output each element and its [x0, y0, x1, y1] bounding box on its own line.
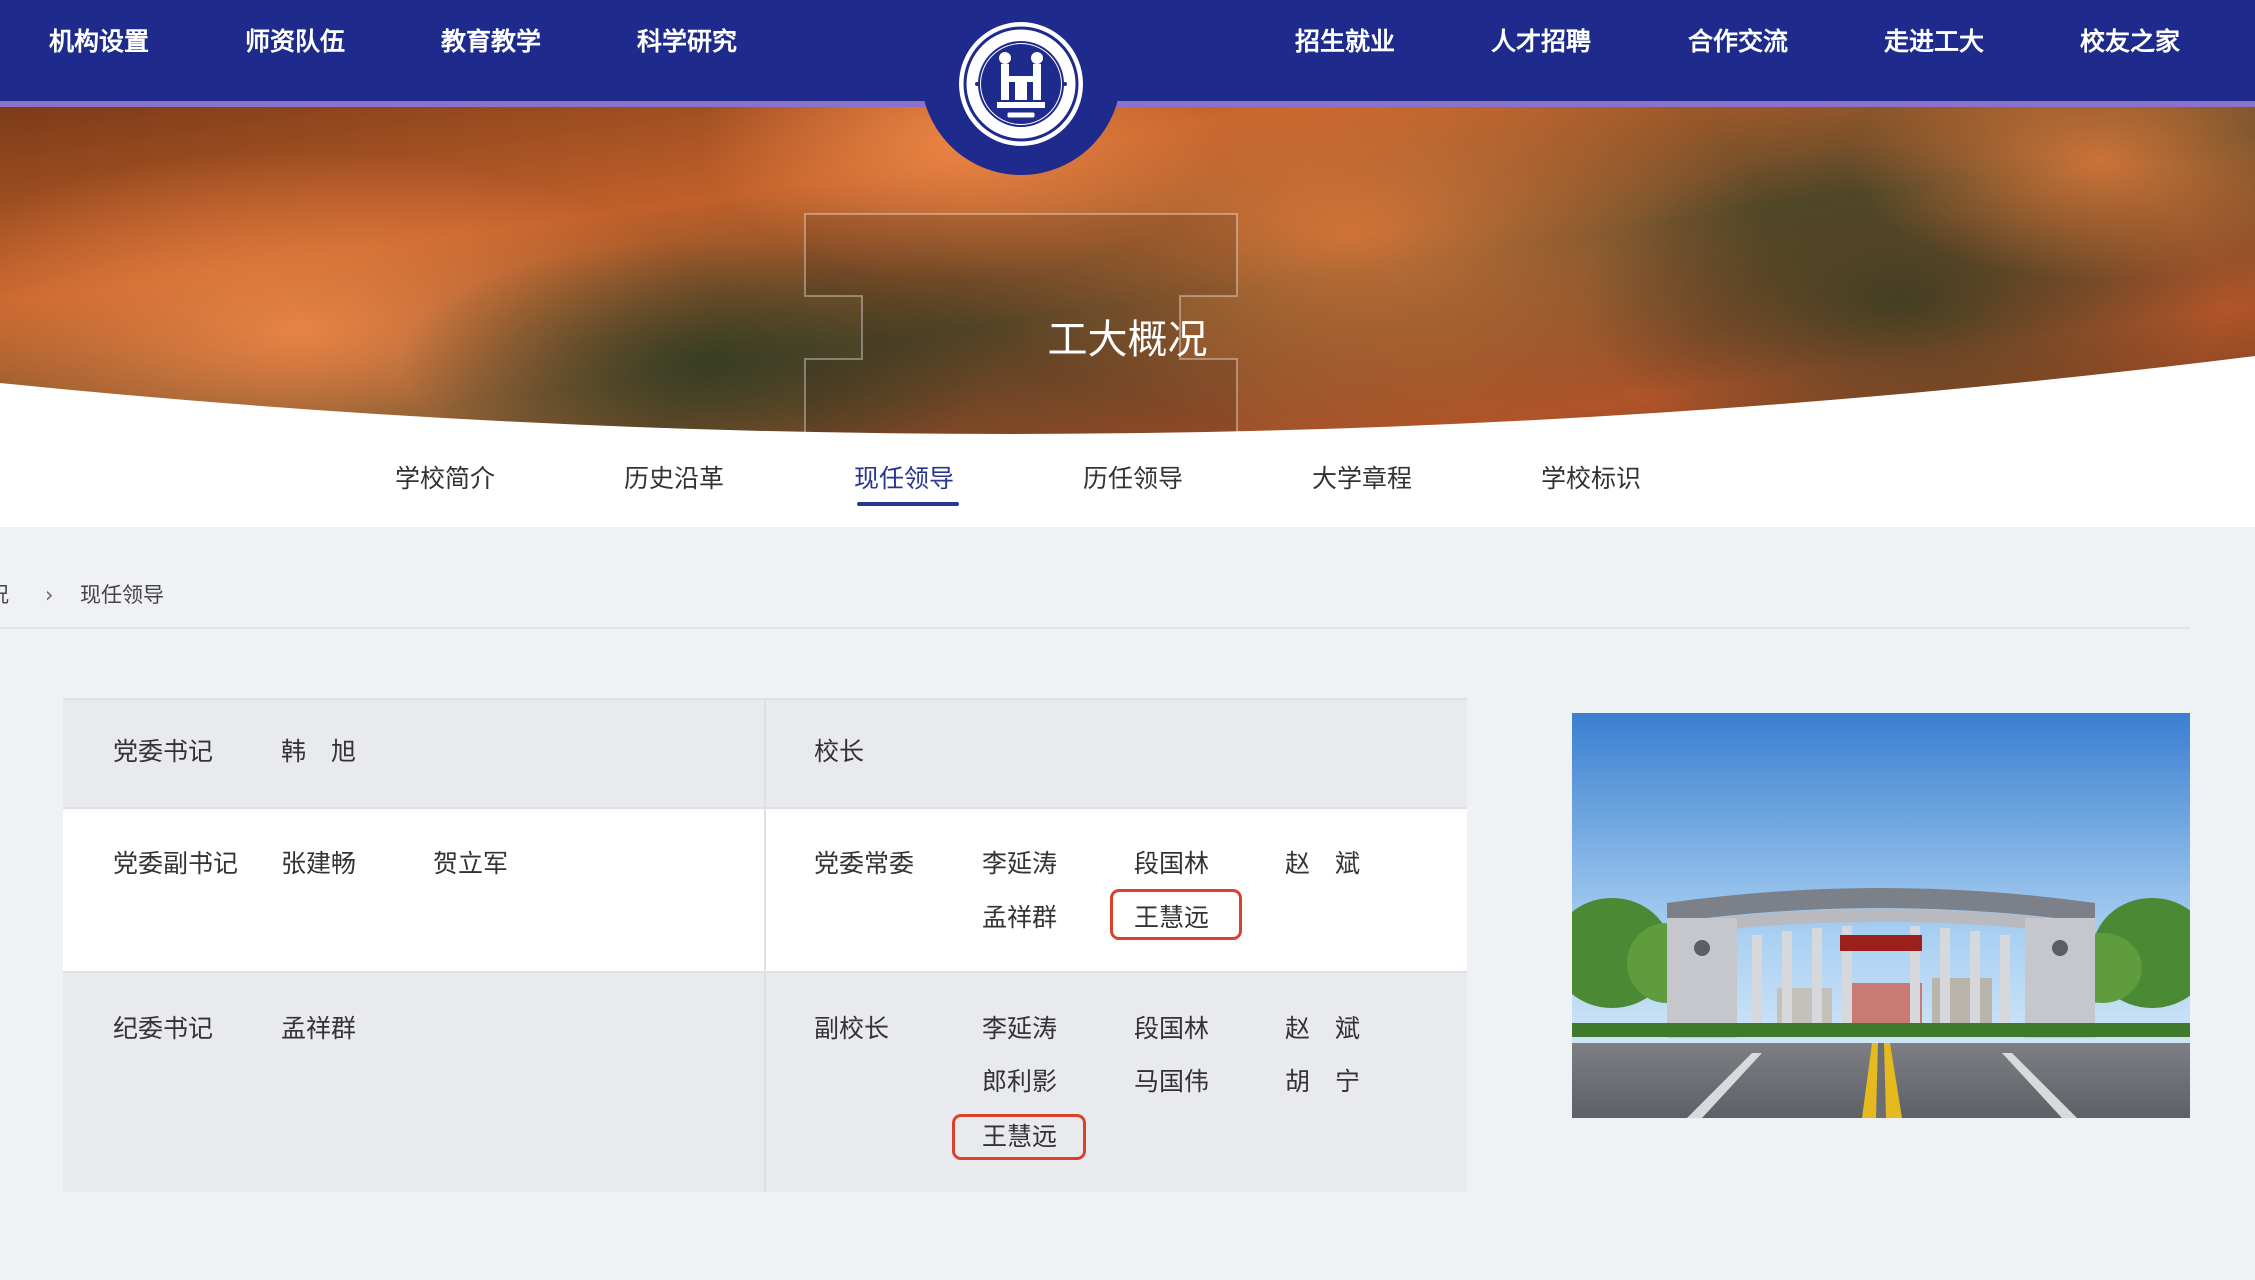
- leader-name[interactable]: 李延涛: [982, 844, 1057, 884]
- nav-accent-line: [0, 101, 2255, 107]
- leader-name[interactable]: 孟祥群: [281, 1009, 356, 1049]
- leader-name[interactable]: 赵 斌: [1285, 844, 1360, 884]
- leader-name[interactable]: 段国林: [1134, 844, 1209, 884]
- title-standing-committee: 党委常委: [814, 849, 915, 878]
- leaders-table: 党委书记 韩 旭 校长 党委副书记 张建畅 贺立军 党委常委 李延涛 段国林 赵…: [63, 698, 1467, 1192]
- tab-school-intro[interactable]: 学校简介: [395, 460, 495, 498]
- nav-item-faculty[interactable]: 师资队伍: [245, 20, 345, 64]
- leader-name-highlighted[interactable]: 王慧远: [1134, 898, 1209, 938]
- breadcrumb: 况 › 现任领导: [0, 577, 300, 613]
- hero-banner: [0, 101, 2255, 441]
- leader-name[interactable]: 赵 斌: [1285, 1009, 1360, 1049]
- tab-history[interactable]: 历史沿革: [624, 460, 724, 498]
- title-deputy-party-secretary: 党委副书记: [113, 849, 239, 878]
- leader-name[interactable]: 贺立军: [433, 844, 508, 884]
- leader-name[interactable]: 孟祥群: [982, 898, 1057, 938]
- leader-name[interactable]: 胡 宁: [1285, 1062, 1360, 1102]
- leader-name[interactable]: 韩 旭: [281, 732, 356, 772]
- nav-item-recruitment[interactable]: 人才招聘: [1491, 20, 1591, 64]
- leader-name[interactable]: 段国林: [1134, 1009, 1209, 1049]
- leader-name[interactable]: 李延涛: [982, 1009, 1057, 1049]
- breadcrumb-parent[interactable]: 况: [0, 577, 9, 613]
- nav-item-about[interactable]: 走进工大: [1884, 20, 1984, 64]
- nav-item-alumni[interactable]: 校友之家: [2080, 20, 2180, 64]
- banner-image: [0, 101, 2255, 441]
- campus-gate-photo: [1572, 713, 2190, 1118]
- tab-former-leaders[interactable]: 历任领导: [1083, 460, 1183, 498]
- leader-name[interactable]: 郎利影: [982, 1062, 1057, 1102]
- campus-gate-image: [1572, 713, 2190, 1118]
- nav-item-education[interactable]: 教育教学: [441, 20, 541, 64]
- column-divider: [764, 698, 766, 1192]
- nav-item-cooperation[interactable]: 合作交流: [1688, 20, 1788, 64]
- banner-title: 工大概况: [1047, 317, 1208, 363]
- nav-item-organization[interactable]: 机构设置: [49, 20, 149, 64]
- nav-item-admissions[interactable]: 招生就业: [1295, 20, 1395, 64]
- title-vice-president: 副校长: [814, 1014, 890, 1043]
- top-navigation: 机构设置 师资队伍 教育教学 科学研究 招生就业 人才招聘 合作交流 走进工大 …: [0, 0, 2255, 101]
- breadcrumb-separator: ›: [45, 583, 54, 607]
- active-tab-indicator: [857, 502, 959, 506]
- university-seal-icon: [959, 22, 1083, 146]
- breadcrumb-current: 现任领导: [80, 583, 164, 607]
- leader-name[interactable]: 马国伟: [1134, 1062, 1209, 1102]
- tab-school-identity[interactable]: 学校标识: [1541, 460, 1641, 498]
- sub-navigation: 学校简介 历史沿革 现任领导 历任领导 大学章程 学校标识: [0, 441, 2255, 527]
- breadcrumb-divider: [0, 627, 2190, 629]
- title-party-secretary: 党委书记: [113, 737, 214, 766]
- leader-name[interactable]: 张建畅: [281, 844, 356, 884]
- title-president: 校长: [814, 737, 865, 766]
- nav-item-research[interactable]: 科学研究: [637, 20, 737, 64]
- tab-charter[interactable]: 大学章程: [1312, 460, 1412, 498]
- title-discipline-secretary: 纪委书记: [113, 1014, 214, 1043]
- leader-name-highlighted[interactable]: 王慧远: [982, 1117, 1057, 1157]
- tab-current-leaders[interactable]: 现任领导: [854, 460, 954, 498]
